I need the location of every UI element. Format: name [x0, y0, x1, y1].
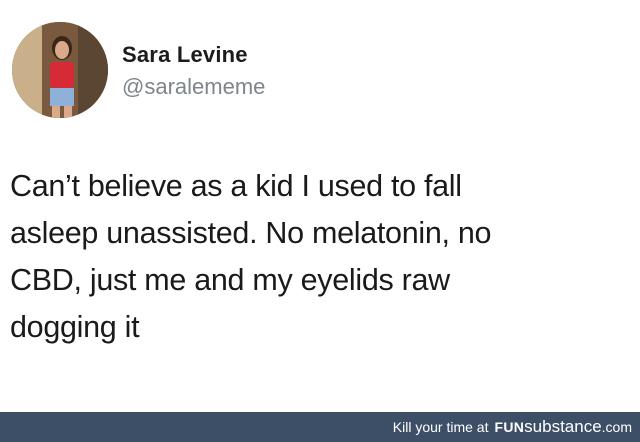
- brand-logo-fun[interactable]: FUN: [494, 419, 524, 435]
- avatar-photo: [12, 22, 108, 118]
- watermark-footer: Kill your time at FUN substance .com: [0, 412, 640, 442]
- tweet-text-line: asleep unassisted. No melatonin, no: [10, 216, 492, 250]
- tweet-card: Sara Levine @saralememe Can’t believe as…: [0, 0, 640, 412]
- tweet-text-line: Can’t believe as a kid I used to fall: [10, 169, 462, 203]
- footer-tagline: Kill your time at: [392, 419, 489, 435]
- tweet-text-line: CBD, just me and my eyelids raw: [10, 263, 450, 297]
- brand-logo-substance[interactable]: substance: [524, 417, 602, 437]
- display-name[interactable]: Sara Levine: [122, 42, 248, 68]
- tweet-text: Can’t believe as a kid I used to fall as…: [10, 163, 630, 351]
- user-handle[interactable]: @saralememe: [122, 74, 265, 100]
- brand-logo-tld[interactable]: .com: [602, 419, 632, 435]
- avatar[interactable]: [12, 22, 108, 118]
- tweet-text-line: dogging it: [10, 310, 140, 344]
